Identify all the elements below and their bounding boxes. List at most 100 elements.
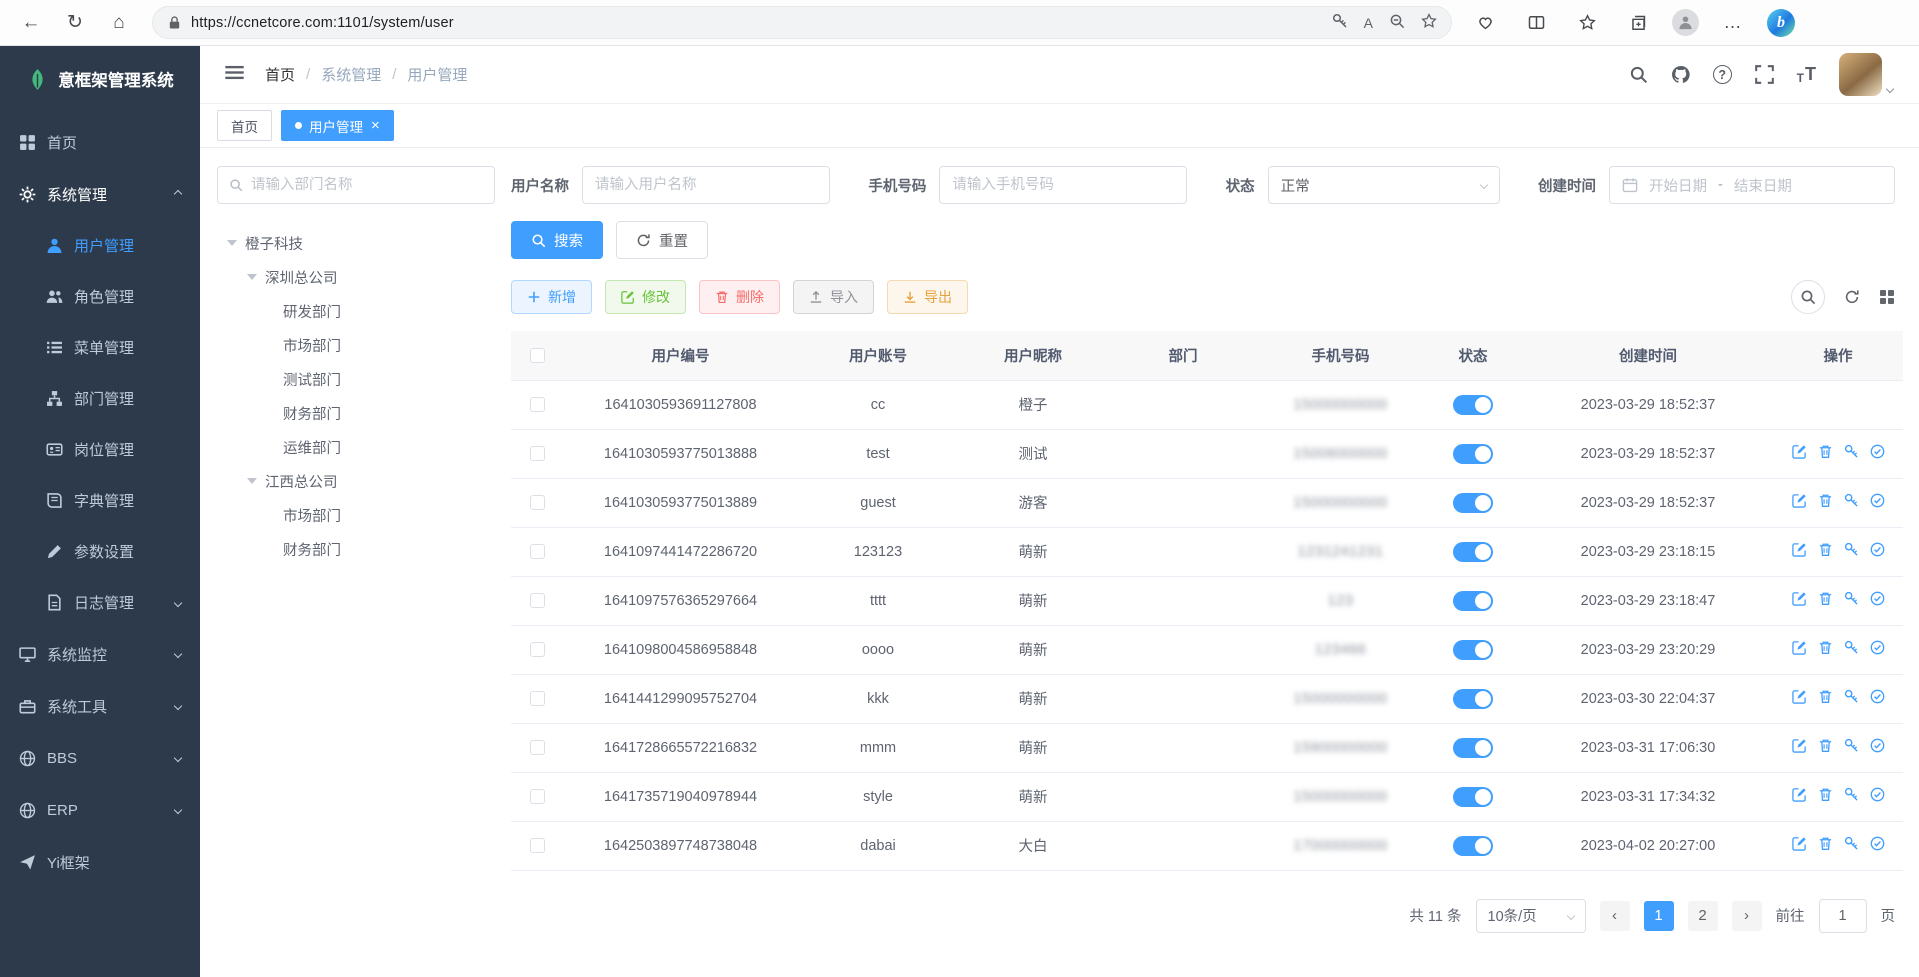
- row-edit-icon[interactable]: [1792, 689, 1807, 704]
- next-page-button[interactable]: ›: [1732, 901, 1762, 931]
- row-checkbox[interactable]: [530, 446, 545, 461]
- prev-page-button[interactable]: ‹: [1600, 901, 1630, 931]
- sidebar-item-system-tools[interactable]: 系统工具: [0, 680, 200, 732]
- row-delete-icon[interactable]: [1818, 542, 1833, 557]
- tree-node-company[interactable]: 橙子科技: [217, 226, 495, 260]
- row-checkbox[interactable]: [530, 789, 545, 804]
- page-button-1[interactable]: 1: [1644, 901, 1674, 931]
- edit-button[interactable]: 修改: [605, 280, 686, 314]
- row-edit-icon[interactable]: [1792, 640, 1807, 655]
- row-assign-role-icon[interactable]: [1870, 591, 1885, 606]
- sidebar-item-dictionary-management[interactable]: 字典管理: [0, 475, 200, 526]
- row-reset-password-icon[interactable]: [1844, 640, 1859, 655]
- sidebar-item-log-management[interactable]: 日志管理: [0, 577, 200, 628]
- status-toggle[interactable]: [1453, 836, 1493, 856]
- tree-expand-icon[interactable]: [227, 240, 237, 246]
- browser-reload-icon[interactable]: ↻: [58, 6, 92, 40]
- row-edit-icon[interactable]: [1792, 591, 1807, 606]
- tree-node-dept[interactable]: 测试部门: [217, 362, 495, 396]
- phone-input[interactable]: [939, 166, 1187, 204]
- sidebar-item-system-management[interactable]: 系统管理: [0, 168, 200, 220]
- row-reset-password-icon[interactable]: [1844, 787, 1859, 802]
- row-assign-role-icon[interactable]: [1870, 836, 1885, 851]
- status-toggle[interactable]: [1453, 787, 1493, 807]
- row-checkbox[interactable]: [530, 691, 545, 706]
- status-toggle[interactable]: [1453, 689, 1493, 709]
- export-button[interactable]: 导出: [887, 280, 968, 314]
- add-favorite-icon[interactable]: [1421, 13, 1437, 32]
- tree-node-dept[interactable]: 研发部门: [217, 294, 495, 328]
- close-tab-icon[interactable]: ×: [371, 118, 380, 133]
- status-toggle[interactable]: [1453, 542, 1493, 562]
- split-screen-icon[interactable]: [1519, 6, 1553, 40]
- row-assign-role-icon[interactable]: [1870, 444, 1885, 459]
- row-checkbox[interactable]: [530, 495, 545, 510]
- row-delete-icon[interactable]: [1818, 689, 1833, 704]
- browser-menu-icon[interactable]: …: [1716, 6, 1750, 40]
- tree-node-dept[interactable]: 财务部门: [217, 532, 495, 566]
- row-edit-icon[interactable]: [1792, 738, 1807, 753]
- tree-expand-icon[interactable]: [247, 274, 257, 280]
- start-date-placeholder[interactable]: 开始日期: [1649, 175, 1707, 196]
- row-delete-icon[interactable]: [1818, 493, 1833, 508]
- tab-user-management[interactable]: 用户管理 ×: [281, 110, 394, 141]
- sidebar-item-department-management[interactable]: 部门管理: [0, 373, 200, 424]
- row-delete-icon[interactable]: [1818, 836, 1833, 851]
- row-checkbox[interactable]: [530, 397, 545, 412]
- tree-node-branch[interactable]: 深圳总公司: [217, 260, 495, 294]
- sidebar-item-system-monitoring[interactable]: 系统监控: [0, 628, 200, 680]
- sidebar-item-post-management[interactable]: 岗位管理: [0, 424, 200, 475]
- breadcrumb-system[interactable]: 系统管理: [321, 64, 381, 85]
- row-checkbox[interactable]: [530, 544, 545, 559]
- collections-icon[interactable]: [1621, 6, 1655, 40]
- row-reset-password-icon[interactable]: [1844, 493, 1859, 508]
- row-delete-icon[interactable]: [1818, 738, 1833, 753]
- sidebar-item-home[interactable]: 首页: [0, 116, 200, 168]
- row-edit-icon[interactable]: [1792, 836, 1807, 851]
- row-edit-icon[interactable]: [1792, 542, 1807, 557]
- browser-profile-avatar[interactable]: [1672, 9, 1699, 36]
- tree-node-dept[interactable]: 市场部门: [217, 498, 495, 532]
- sidebar-item-role-management[interactable]: 角色管理: [0, 271, 200, 322]
- row-checkbox[interactable]: [530, 593, 545, 608]
- date-range-picker[interactable]: 开始日期 - 结束日期: [1609, 166, 1895, 204]
- favorites-icon[interactable]: [1570, 6, 1604, 40]
- row-edit-icon[interactable]: [1792, 444, 1807, 459]
- page-size-select[interactable]: 10条/页: [1476, 899, 1586, 933]
- search-button[interactable]: 搜索: [511, 221, 603, 259]
- sidebar-item-parameter-settings[interactable]: 参数设置: [0, 526, 200, 577]
- status-toggle[interactable]: [1453, 444, 1493, 464]
- reset-button[interactable]: 重置: [616, 221, 708, 259]
- row-edit-icon[interactable]: [1792, 787, 1807, 802]
- end-date-placeholder[interactable]: 结束日期: [1734, 175, 1792, 196]
- row-checkbox[interactable]: [530, 740, 545, 755]
- browser-essentials-icon[interactable]: [1468, 6, 1502, 40]
- row-assign-role-icon[interactable]: [1870, 542, 1885, 557]
- status-toggle[interactable]: [1453, 591, 1493, 611]
- toggle-search-icon[interactable]: [1791, 280, 1825, 314]
- row-reset-password-icon[interactable]: [1844, 542, 1859, 557]
- delete-button[interactable]: 删除: [699, 280, 780, 314]
- select-all-checkbox[interactable]: [530, 348, 545, 363]
- row-assign-role-icon[interactable]: [1870, 738, 1885, 753]
- tab-home[interactable]: 首页: [217, 110, 272, 141]
- tree-expand-icon[interactable]: [247, 478, 257, 484]
- sidebar-item-erp[interactable]: ERP: [0, 784, 200, 836]
- collapse-sidebar-icon[interactable]: [224, 62, 245, 88]
- github-icon[interactable]: [1671, 65, 1690, 84]
- password-key-icon[interactable]: [1332, 13, 1348, 32]
- search-icon[interactable]: [1629, 65, 1648, 84]
- import-button[interactable]: 导入: [793, 280, 874, 314]
- row-assign-role-icon[interactable]: [1870, 640, 1885, 655]
- row-assign-role-icon[interactable]: [1870, 493, 1885, 508]
- tree-node-dept[interactable]: 财务部门: [217, 396, 495, 430]
- bing-copilot-icon[interactable]: b: [1767, 9, 1795, 37]
- read-aloud-icon[interactable]: A: [1364, 15, 1373, 31]
- refresh-table-icon[interactable]: [1844, 289, 1860, 305]
- row-assign-role-icon[interactable]: [1870, 787, 1885, 802]
- user-avatar[interactable]: [1839, 53, 1882, 96]
- sidebar-item-user-management[interactable]: 用户管理: [0, 220, 200, 271]
- row-reset-password-icon[interactable]: [1844, 591, 1859, 606]
- column-settings-icon[interactable]: [1879, 289, 1895, 305]
- status-toggle[interactable]: [1453, 493, 1493, 513]
